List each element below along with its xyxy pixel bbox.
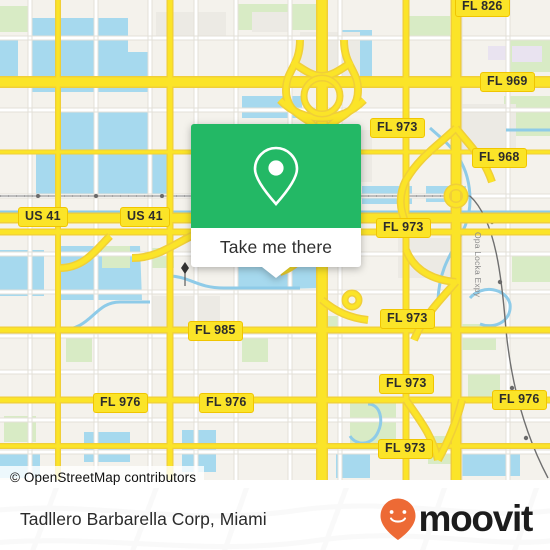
shield-fl-973-c[interactable]: FL 973 xyxy=(380,309,435,329)
moovit-logo[interactable]: moovit xyxy=(378,497,534,541)
shield-fl-976-c[interactable]: FL 976 xyxy=(492,390,547,410)
card-pointer xyxy=(262,267,290,278)
take-me-there-label: Take me there xyxy=(219,237,333,257)
shield-fl-969[interactable]: FL 969 xyxy=(480,72,535,92)
shield-fl-973-a[interactable]: FL 973 xyxy=(370,118,425,138)
shield-fl-976-b[interactable]: FL 976 xyxy=(199,393,254,413)
page-title: Tadllero Barbarella Corp, Miami xyxy=(20,508,267,529)
shield-fl-985[interactable]: FL 985 xyxy=(188,321,243,341)
shield-fl-973-d[interactable]: FL 973 xyxy=(379,374,434,394)
card-icon-area xyxy=(191,124,361,228)
osm-attribution[interactable]: © OpenStreetMap contributors xyxy=(0,466,205,488)
osm-attribution-text: © OpenStreetMap contributors xyxy=(10,469,197,485)
special-blocks xyxy=(488,46,542,62)
location-pin-icon xyxy=(253,146,299,206)
shield-fl-976-a[interactable]: FL 976 xyxy=(93,393,148,413)
shield-us-41-b[interactable]: US 41 xyxy=(120,207,170,227)
card-action-area[interactable]: Take me there xyxy=(191,228,361,278)
map-screenshot: FL 826 FL 969 FL 973 FL 968 US 41 US 41 … xyxy=(0,0,550,550)
shield-fl-968[interactable]: FL 968 xyxy=(472,148,527,168)
moovit-wordmark: moovit xyxy=(418,498,534,540)
shield-fl-826[interactable]: FL 826 xyxy=(455,0,510,17)
shield-fl-973-e[interactable]: FL 973 xyxy=(378,439,433,459)
moovit-pin-icon xyxy=(380,498,416,540)
street-label-opa-locka-expy: Opa Locka Expy xyxy=(473,232,483,298)
shield-us-41-a[interactable]: US 41 xyxy=(18,207,68,227)
shield-fl-973-b[interactable]: FL 973 xyxy=(376,218,431,238)
take-me-there-card[interactable]: Take me there xyxy=(191,124,361,278)
footer-bar: Tadllero Barbarella Corp, Miami moovit xyxy=(0,488,550,550)
